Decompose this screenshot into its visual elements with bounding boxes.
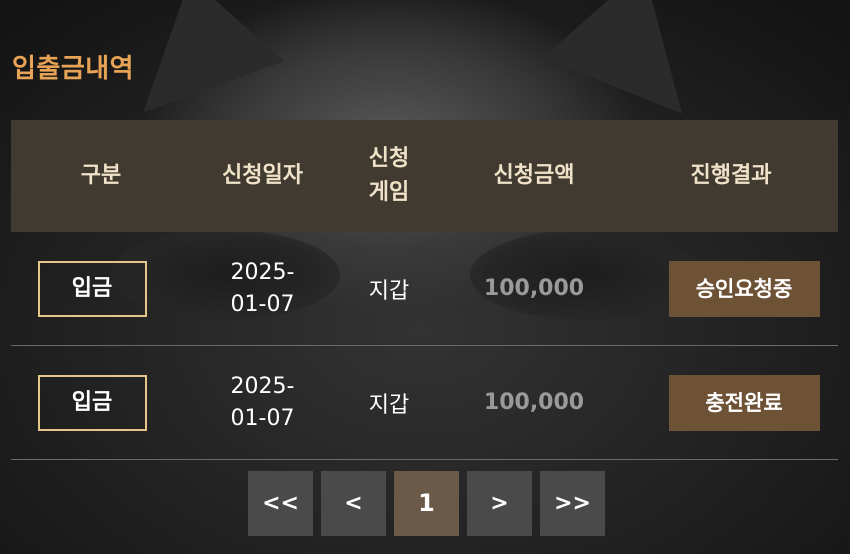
- type-badge: 입금: [37, 260, 147, 317]
- header-type: 구분: [80, 163, 122, 188]
- amount-cell: 100,000: [483, 276, 585, 301]
- table-row: 입금 2025- 01-07 지갑 100,000 승인요청중: [11, 232, 838, 346]
- game-cell: 지갑: [368, 392, 410, 418]
- header-amount: 신청금액: [493, 163, 575, 188]
- date-day: 01-07: [230, 405, 295, 431]
- game-cell: 지갑: [368, 278, 410, 304]
- amount-cell: 100,000: [483, 390, 585, 415]
- current-page-button[interactable]: 1: [394, 471, 459, 536]
- pagination: << < 1 > >>: [248, 471, 605, 536]
- transactions-table: 구분 신청일자 신청게임 신청금액 진행결과 입금 2025- 01-07 지갑…: [11, 120, 838, 460]
- first-page-button[interactable]: <<: [248, 471, 313, 536]
- status-badge: 승인요청중: [668, 260, 820, 317]
- next-page-button[interactable]: >: [467, 471, 532, 536]
- header-status: 진행결과: [690, 163, 772, 188]
- status-badge: 충전완료: [668, 374, 820, 431]
- header-game: 신청게임: [368, 146, 410, 205]
- table-header: 구분 신청일자 신청게임 신청금액 진행결과: [11, 120, 838, 232]
- table-row: 입금 2025- 01-07 지갑 100,000 충전완료: [11, 346, 838, 460]
- date-day: 01-07: [230, 291, 295, 317]
- date-year: 2025-: [230, 373, 295, 399]
- date-year: 2025-: [230, 259, 295, 285]
- page-title: 입출금내역: [12, 54, 135, 84]
- date-cell: 2025- 01-07: [191, 371, 334, 435]
- background-ear-right: [542, 0, 728, 114]
- header-date: 신청일자: [222, 163, 303, 188]
- date-cell: 2025- 01-07: [191, 257, 334, 321]
- last-page-button[interactable]: >>: [540, 471, 605, 536]
- prev-page-button[interactable]: <: [321, 471, 386, 536]
- type-badge: 입금: [37, 374, 147, 431]
